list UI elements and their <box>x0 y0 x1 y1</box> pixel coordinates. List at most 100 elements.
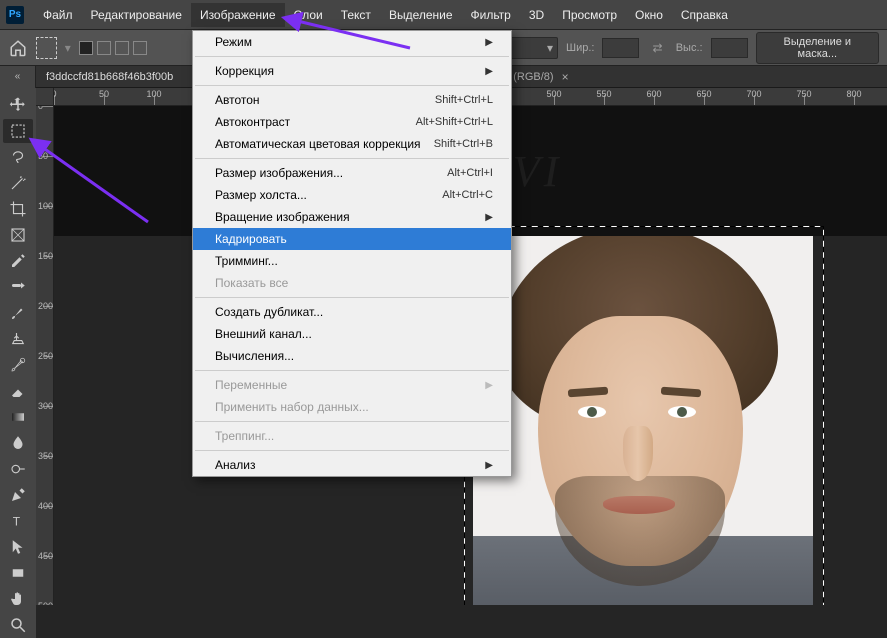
menu-separator <box>195 450 509 451</box>
image-menu-dropdown: Режим▶Коррекция▶АвтотонShift+Ctrl+LАвток… <box>192 30 512 477</box>
menu-item-справка[interactable]: Справка <box>672 3 737 27</box>
menu-item-просмотр[interactable]: Просмотр <box>553 3 626 27</box>
menu-item-переменные: Переменные▶ <box>193 374 511 396</box>
menu-item-label: Автоконтраст <box>215 115 290 129</box>
ruler-v-label: 300 <box>38 401 53 411</box>
type-tool[interactable]: T <box>3 509 33 533</box>
clone-stamp-tool[interactable] <box>3 327 33 351</box>
eyedropper-tool[interactable] <box>3 249 33 273</box>
submenu-arrow-icon: ▶ <box>485 380 493 391</box>
menu-item-3d[interactable]: 3D <box>520 3 553 27</box>
frame-tool[interactable] <box>3 223 33 247</box>
lasso-tool[interactable] <box>3 145 33 169</box>
submenu-arrow-icon: ▶ <box>485 212 493 223</box>
dropdown-caret-icon: ▾ <box>547 41 553 55</box>
brush-tool[interactable] <box>3 301 33 325</box>
menu-item-файл[interactable]: Файл <box>34 3 82 27</box>
menu-item-автоконтраст[interactable]: Автоконтраст Alt+Shift+Ctrl+L <box>193 111 511 133</box>
menu-item-вычисления-[interactable]: Вычисления... <box>193 345 511 367</box>
menu-item-размер-холста-[interactable]: Размер холста...Alt+Ctrl+C <box>193 184 511 206</box>
submenu-arrow-icon: ▶ <box>485 460 493 471</box>
crop-tool[interactable] <box>3 197 33 221</box>
history-brush-tool[interactable] <box>3 353 33 377</box>
main-menubar: Ps ФайлРедактированиеИзображениеСлоиТекс… <box>0 0 887 30</box>
ruler-h-label: 800 <box>846 89 861 99</box>
menu-item-label: Показать все <box>215 276 288 290</box>
menu-separator <box>195 85 509 86</box>
menu-item-кадрировать[interactable]: Кадрировать <box>193 228 511 250</box>
hand-tool[interactable] <box>3 587 33 611</box>
ruler-h-label: 50 <box>99 89 109 99</box>
close-tab-icon[interactable]: × <box>562 70 569 84</box>
menu-item-тримминг-[interactable]: Тримминг... <box>193 250 511 272</box>
menu-item-размер-изображения-[interactable]: Размер изображения... Alt+Ctrl+I <box>193 162 511 184</box>
menu-item-label: Размер изображения... <box>215 166 343 180</box>
magic-wand-tool[interactable] <box>3 171 33 195</box>
ruler-v-label: 350 <box>38 451 53 461</box>
menu-item-создать-дубликат-[interactable]: Создать дубликат... <box>193 301 511 323</box>
menu-item-внешний-канал-[interactable]: Внешний канал... <box>193 323 511 345</box>
width-input[interactable] <box>602 38 639 58</box>
menu-item-автотон[interactable]: Автотон Shift+Ctrl+L <box>193 89 511 111</box>
menu-item-label: Треппинг... <box>215 429 274 443</box>
rectangle-tool[interactable] <box>3 561 33 585</box>
new-selection-icon[interactable] <box>79 41 93 55</box>
zoom-tool[interactable] <box>3 613 33 637</box>
menu-item-shortcut: Shift+Ctrl+L <box>435 94 493 106</box>
path-select-tool[interactable] <box>3 535 33 559</box>
ruler-v-label: 50 <box>38 151 48 161</box>
marquee-tool[interactable] <box>3 119 33 143</box>
menu-item-label: Кадрировать <box>215 232 287 246</box>
ruler-v-label: 500 <box>38 601 53 605</box>
menu-item-label: Автотон <box>215 93 260 107</box>
ruler-v-label: 400 <box>38 501 53 511</box>
menu-item-слои[interactable]: Слои <box>285 3 332 27</box>
blur-tool[interactable] <box>3 431 33 455</box>
ruler-v-label: 200 <box>38 301 53 311</box>
menu-item-редактирование[interactable]: Редактирование <box>82 3 191 27</box>
document-tab[interactable]: f3ddccfd81b668f46b3f00b <box>36 68 183 86</box>
menu-item-label: Коррекция <box>215 64 274 78</box>
menu-item-выделение[interactable]: Выделение <box>380 3 462 27</box>
selection-mode-group <box>79 41 147 55</box>
eraser-tool[interactable] <box>3 379 33 403</box>
ruler-h-label: 700 <box>746 89 761 99</box>
pen-tool[interactable] <box>3 483 33 507</box>
menu-item-изображение[interactable]: Изображение <box>191 3 285 27</box>
menu-item-label: Создать дубликат... <box>215 305 323 319</box>
menu-item-окно[interactable]: Окно <box>626 3 672 27</box>
menu-item-label: Вычисления... <box>215 349 294 363</box>
menu-item-label: Автоматическая цветовая коррекция <box>215 137 421 151</box>
menu-separator <box>195 370 509 371</box>
menu-item-shortcut: Alt+Ctrl+I <box>447 167 493 179</box>
menu-item-автоматическая-цветовая-коррекция[interactable]: Автоматическая цветовая коррекция Shift+C… <box>193 133 511 155</box>
menu-item-shortcut: Shift+Ctrl+B <box>434 138 493 150</box>
menu-item-фильтр[interactable]: Фильтр <box>462 3 520 27</box>
subtract-selection-icon[interactable] <box>115 41 129 55</box>
dodge-tool[interactable] <box>3 457 33 481</box>
menu-item-shortcut: Alt+Ctrl+C <box>442 189 493 201</box>
menu-item-режим[interactable]: Режим▶ <box>193 31 511 53</box>
selection-marquee <box>464 226 824 605</box>
menu-item-label: Анализ <box>215 458 256 472</box>
menu-item-label: Применить набор данных... <box>215 400 369 414</box>
spot-heal-tool[interactable] <box>3 275 33 299</box>
swap-dims-icon[interactable]: ⇄ <box>647 37 667 59</box>
tool-preset-icon[interactable] <box>36 37 56 59</box>
ruler-v-label: 450 <box>38 551 53 561</box>
menu-item-вращение-изображения[interactable]: Вращение изображения▶ <box>193 206 511 228</box>
ruler-h-label: 550 <box>596 89 611 99</box>
height-input[interactable] <box>711 38 748 58</box>
select-and-mask-button[interactable]: Выделение и маска... <box>756 32 879 64</box>
home-icon[interactable] <box>8 37 28 59</box>
menu-separator <box>195 56 509 57</box>
move-tool[interactable] <box>3 93 33 117</box>
menu-item-коррекция[interactable]: Коррекция▶ <box>193 60 511 82</box>
menu-item-текст[interactable]: Текст <box>332 3 380 27</box>
menu-item-shortcut: Alt+Shift+Ctrl+L <box>416 116 493 128</box>
add-selection-icon[interactable] <box>97 41 111 55</box>
gradient-tool[interactable] <box>3 405 33 429</box>
menu-item-анализ[interactable]: Анализ ▶ <box>193 454 511 476</box>
intersect-selection-icon[interactable] <box>133 41 147 55</box>
toolbar-toggle-icon[interactable]: « <box>0 66 36 88</box>
